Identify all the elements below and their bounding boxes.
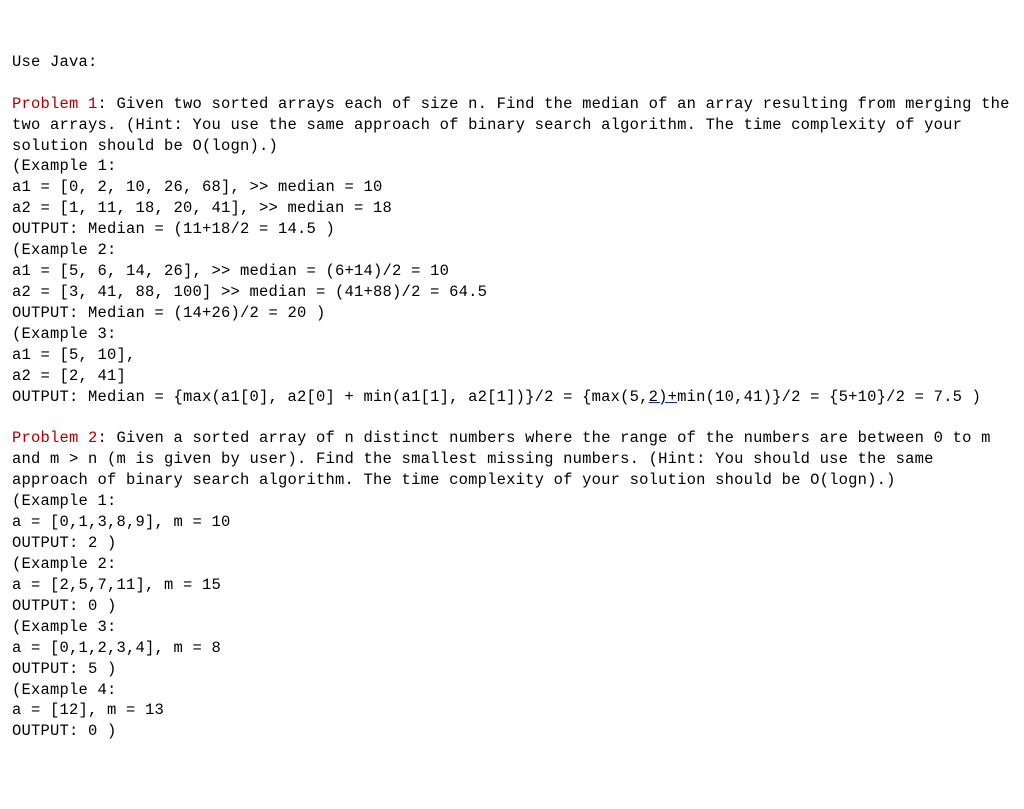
p2-ex4-output: OUTPUT: 0 ) (12, 722, 117, 740)
p2-ex2-a: a = [2,5,7,11], m = 15 (12, 576, 221, 594)
p1-ex3-a2: a2 = [2, 41] (12, 367, 126, 385)
p2-ex2-label: (Example 2: (12, 555, 117, 573)
p2-ex1-output: OUTPUT: 2 ) (12, 534, 117, 552)
p1-ex2-a2: a2 = [3, 41, 88, 100] >> median = (41+88… (12, 283, 487, 301)
p1-ex1-a2: a2 = [1, 11, 18, 20, 41], >> median = 18 (12, 199, 392, 217)
p1-ex2-label: (Example 2: (12, 241, 117, 259)
p2-ex4-a: a = [12], m = 13 (12, 701, 164, 719)
p2-ex3-output: OUTPUT: 5 ) (12, 660, 117, 678)
p1-ex3-output-underlined: 2)+ (649, 388, 678, 406)
p2-ex3-label: (Example 3: (12, 618, 117, 636)
p1-ex1-a1: a1 = [0, 2, 10, 26, 68], >> median = 10 (12, 178, 383, 196)
p1-ex2-output: OUTPUT: Median = (14+26)/2 = 20 ) (12, 304, 326, 322)
p1-ex2-a1: a1 = [5, 6, 14, 26], >> median = (6+14)/… (12, 262, 449, 280)
p2-ex4-label: (Example 4: (12, 681, 117, 699)
p1-ex3-label: (Example 3: (12, 325, 117, 343)
p2-ex3-a: a = [0,1,2,3,4], m = 8 (12, 639, 221, 657)
problem-1-heading: Problem 1 (12, 95, 98, 113)
p2-ex1-label: (Example 1: (12, 492, 117, 510)
problem-2-description: : Given a sorted array of n distinct num… (12, 429, 1000, 489)
p1-ex3-output-prefix: OUTPUT: Median = {max(a1[0], a2[0] + min… (12, 388, 649, 406)
p2-ex2-output: OUTPUT: 0 ) (12, 597, 117, 615)
problem-1-description: : Given two sorted arrays each of size n… (12, 95, 1019, 155)
problem-2-heading: Problem 2 (12, 429, 98, 447)
p1-ex1-label: (Example 1: (12, 157, 117, 175)
p1-ex1-output: OUTPUT: Median = (11+18/2 = 14.5 ) (12, 220, 335, 238)
p2-ex1-a: a = [0,1,3,8,9], m = 10 (12, 513, 231, 531)
p1-ex3-a1: a1 = [5, 10], (12, 346, 136, 364)
p1-ex3-output-suffix: min(10,41)}/2 = {5+10}/2 = 7.5 ) (677, 388, 981, 406)
intro-text: Use Java: (12, 53, 98, 71)
